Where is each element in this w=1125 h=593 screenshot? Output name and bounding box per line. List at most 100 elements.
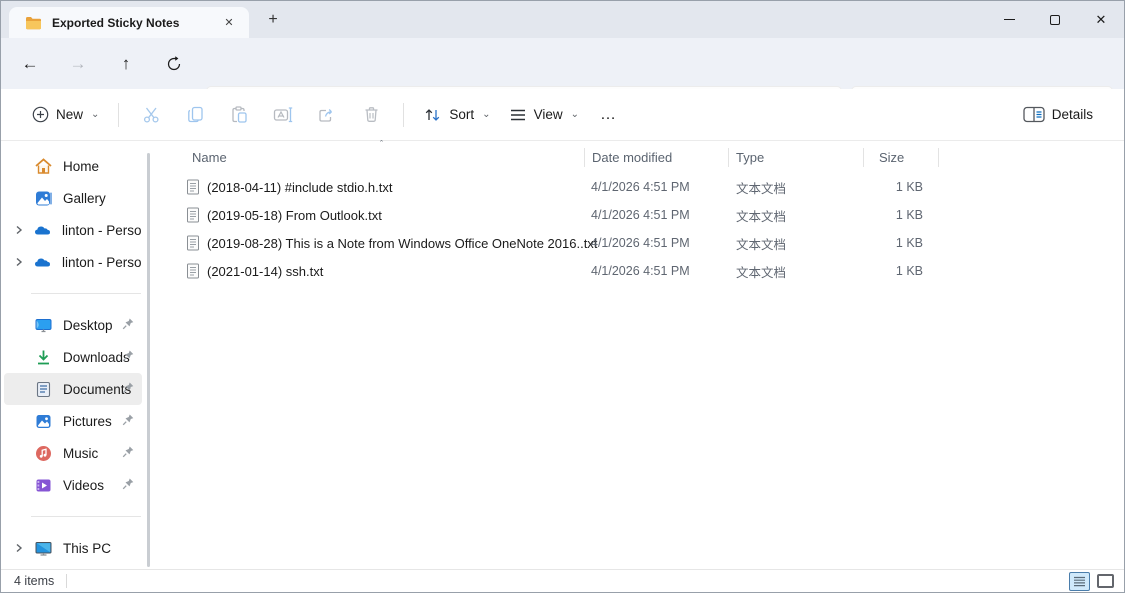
sidebar-item-label: Pictures <box>63 414 112 429</box>
sort-button[interactable]: Sort ⌄ <box>414 97 499 133</box>
file-row[interactable]: (2019-08-28) This is a Note from Windows… <box>166 229 1124 257</box>
paste-button[interactable] <box>219 97 259 133</box>
share-icon <box>316 104 338 125</box>
sidebar-item-label: Music <box>63 446 98 461</box>
sidebar-scrollbar[interactable] <box>147 153 150 567</box>
downloads-icon <box>34 348 53 367</box>
view-toggles <box>1069 572 1114 591</box>
sidebar-item-home[interactable]: Home <box>4 150 142 182</box>
column-resize-handle[interactable] <box>863 148 864 167</box>
file-size: 1 KB <box>863 257 923 285</box>
rename-button[interactable] <box>263 97 303 133</box>
navigation-sidebar: Home Gallery linton - Per <box>1 141 166 569</box>
pin-icon <box>121 445 135 459</box>
sidebar-item-onedrive-1[interactable]: linton - Persona <box>4 214 142 246</box>
explorer-tab[interactable]: Exported Sticky Notes ✕ <box>9 7 249 38</box>
chevron-down-icon: ⌄ <box>91 109 99 120</box>
window-controls: ✕ <box>986 1 1124 38</box>
sort-label: Sort <box>449 107 474 122</box>
cut-button[interactable] <box>131 97 171 133</box>
rename-icon <box>272 104 294 125</box>
folder-icon <box>25 16 42 30</box>
file-row[interactable]: (2018-04-11) #include stdio.h.txt 4/1/20… <box>166 173 1124 201</box>
onedrive-cloud-icon <box>33 221 52 240</box>
new-button[interactable]: New ⌄ <box>23 97 108 133</box>
status-bar: 4 items <box>1 569 1124 592</box>
file-row[interactable]: (2021-01-14) ssh.txt 4/1/2026 4:51 PM 文本… <box>166 257 1124 285</box>
item-count: 4 items <box>14 574 54 588</box>
pin-icon <box>121 349 135 363</box>
column-header-date-modified[interactable]: Date modified <box>592 150 672 165</box>
gallery-icon <box>34 189 53 208</box>
column-resize-handle[interactable] <box>938 148 939 167</box>
view-button[interactable]: View ⌄ <box>500 97 588 133</box>
close-button[interactable]: ✕ <box>1078 1 1124 38</box>
toolbar-divider <box>118 103 119 127</box>
text-file-icon <box>186 263 200 279</box>
documents-icon <box>34 380 53 399</box>
column-header-name[interactable]: Name <box>192 150 227 165</box>
sidebar-item-videos[interactable]: Videos <box>4 469 142 501</box>
sidebar-item-documents[interactable]: Documents <box>4 373 142 405</box>
minimize-button[interactable] <box>986 1 1032 38</box>
status-divider <box>66 574 67 588</box>
this-pc-icon <box>34 539 53 558</box>
title-bar: Exported Sticky Notes ✕ + ✕ <box>1 1 1124 38</box>
delete-button[interactable] <box>351 97 391 133</box>
column-resize-handle[interactable] <box>728 148 729 167</box>
minimize-icon <box>1004 19 1015 20</box>
forward-button[interactable]: → <box>64 50 92 78</box>
tab-title: Exported Sticky Notes <box>52 16 219 30</box>
column-resize-handle[interactable] <box>584 148 585 167</box>
view-label: View <box>534 107 563 122</box>
thumbnail-view-toggle[interactable] <box>1097 574 1114 588</box>
more-options-button[interactable]: … <box>588 97 629 133</box>
sidebar-item-onedrive-2[interactable]: linton - Persona <box>4 246 142 278</box>
sidebar-item-this-pc[interactable]: This PC <box>4 532 142 564</box>
details-pane-icon <box>1023 106 1045 123</box>
cut-icon <box>141 104 162 125</box>
expand-chevron-icon[interactable] <box>4 256 33 268</box>
file-date-modified: 4/1/2026 4:51 PM <box>591 257 690 285</box>
delete-icon <box>361 104 382 125</box>
sidebar-item-gallery[interactable]: Gallery <box>4 182 142 214</box>
expand-chevron-icon[interactable] <box>4 224 33 236</box>
expand-chevron-icon[interactable] <box>4 542 34 554</box>
details-view-toggle[interactable] <box>1069 572 1090 591</box>
content-area: Home Gallery linton - Per <box>1 141 1124 569</box>
column-header-type[interactable]: Type <box>736 150 764 165</box>
pin-icon <box>121 413 135 427</box>
sidebar-item-label: Desktop <box>63 318 113 333</box>
music-icon <box>34 444 53 463</box>
text-file-icon <box>186 179 200 195</box>
share-button[interactable] <box>307 97 347 133</box>
sidebar-divider <box>31 293 141 294</box>
file-name: (2021-01-14) ssh.txt <box>207 264 323 279</box>
sidebar-item-downloads[interactable]: Downloads <box>4 341 142 373</box>
tab-close-button[interactable]: ✕ <box>219 13 239 33</box>
maximize-button[interactable] <box>1032 1 1078 38</box>
sidebar-item-label: Downloads <box>63 350 130 365</box>
sidebar-item-desktop[interactable]: Desktop <box>4 309 142 341</box>
file-type: 文本文档 <box>736 229 786 257</box>
file-name: (2019-08-28) This is a Note from Windows… <box>207 236 597 251</box>
copy-button[interactable] <box>175 97 215 133</box>
details-view-icon <box>1073 576 1086 587</box>
up-button[interactable]: ↑ <box>112 50 140 78</box>
file-name: (2018-04-11) #include stdio.h.txt <box>207 180 392 195</box>
sidebar-item-pictures[interactable]: Pictures <box>4 405 142 437</box>
videos-icon <box>34 476 53 495</box>
view-icon <box>509 107 527 123</box>
text-file-icon <box>186 207 200 223</box>
back-button[interactable]: ← <box>16 50 44 78</box>
sidebar-item-music[interactable]: Music <box>4 437 142 469</box>
sidebar-item-label: Videos <box>63 478 104 493</box>
refresh-button[interactable] <box>160 50 188 78</box>
sidebar-item-label: This PC <box>63 541 111 556</box>
column-header-size[interactable]: Size <box>879 150 904 165</box>
details-pane-button[interactable]: Details <box>1014 97 1102 133</box>
file-row[interactable]: (2019-05-18) From Outlook.txt 4/1/2026 4… <box>166 201 1124 229</box>
text-file-icon <box>186 235 200 251</box>
new-tab-button[interactable]: + <box>261 9 285 31</box>
maximize-icon <box>1050 15 1060 25</box>
